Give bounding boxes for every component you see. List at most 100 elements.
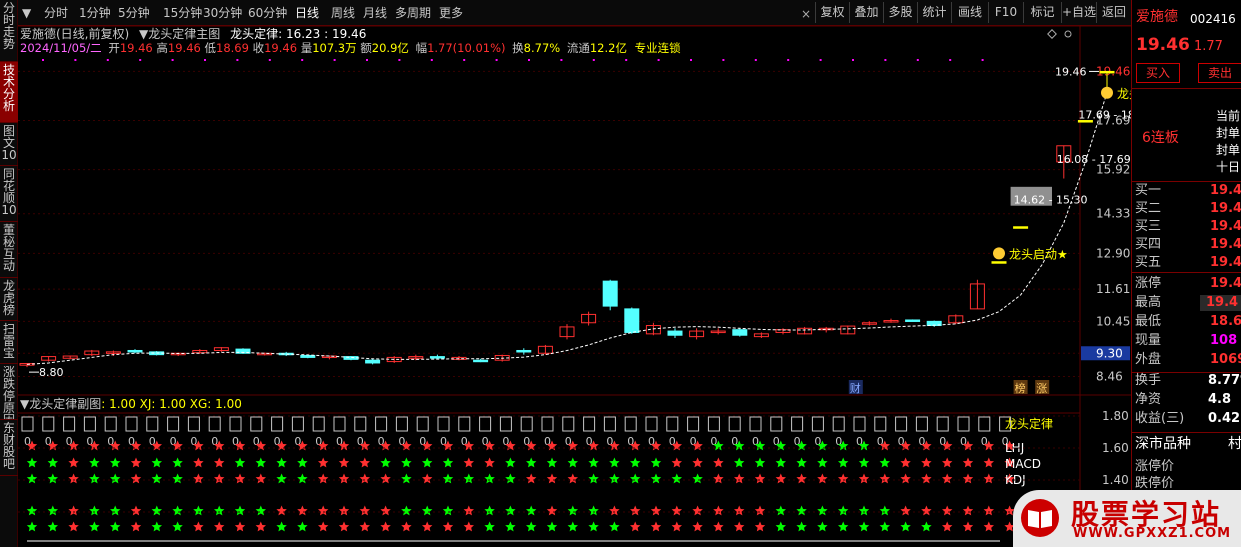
signal-star: [422, 521, 433, 532]
signal-star: [110, 457, 121, 468]
stock-chart-window: 分时走势 技术分析 图文10 同花顺10 董秘互动 龙虎榜 扫雷宝 涨跌停原因 东财股吧 ▼ 分…: [0, 0, 1241, 547]
signal-box: [271, 416, 284, 432]
signal-star: [68, 521, 79, 532]
signal-star: [172, 457, 183, 468]
signal-star: [609, 521, 620, 532]
signal-box: [187, 416, 200, 432]
candle-body: [905, 319, 921, 322]
signal-star: [463, 457, 474, 468]
signal-star: [588, 473, 599, 484]
top-marker-dot: [333, 59, 336, 61]
top-marker-dot: [495, 59, 498, 61]
signal-star: [754, 473, 766, 484]
signal-box: [978, 416, 991, 432]
signal-star: [879, 505, 890, 516]
signal-star: [401, 505, 412, 516]
candle-body: [473, 359, 489, 363]
bid-price-2: 19.4: [1210, 219, 1241, 234]
bid-label-4: 买五: [1135, 255, 1162, 270]
signal-star: [297, 473, 308, 484]
signal-star: [255, 521, 266, 532]
signal-star: [172, 521, 183, 532]
signal-box: [458, 416, 471, 432]
sell-button[interactable]: 卖出: [1198, 63, 1241, 83]
signal-star: [463, 505, 474, 516]
signal-star: [713, 521, 724, 532]
signal-star: [671, 457, 682, 468]
candle-body: [516, 349, 532, 353]
top-marker-dot: [592, 59, 595, 61]
top-marker-dot: [949, 59, 952, 61]
signal-star: [463, 521, 474, 532]
signal-star: [692, 521, 703, 532]
signal-star: [338, 505, 350, 516]
signal-star: [942, 521, 953, 532]
signal-star: [318, 521, 329, 532]
signal-star: [962, 505, 974, 516]
stat-value-1: 19.4: [1200, 295, 1241, 311]
signal-star: [484, 473, 495, 484]
stat2-label-1: 净资: [1135, 392, 1162, 407]
signal-star: [921, 473, 932, 484]
top-marker-dot: [916, 59, 919, 61]
bid-price-0: 19.4: [1210, 183, 1241, 198]
top-marker-dot: [819, 59, 822, 61]
signal-star: [817, 457, 828, 468]
top-marker-dot: [657, 59, 660, 61]
signal-star: [234, 457, 246, 468]
signal-box: [42, 416, 55, 432]
signal-star: [962, 473, 974, 484]
signal-star: [609, 457, 620, 468]
stat-label-2: 最低: [1135, 314, 1162, 329]
signal-star: [609, 505, 620, 516]
signal-star: [297, 505, 308, 516]
signal-box: [770, 416, 783, 432]
top-marker-dot: [204, 59, 206, 61]
stat-value-4: 10698: [1210, 352, 1241, 367]
signal-star: [318, 473, 329, 484]
signal-star: [359, 505, 370, 516]
panel-separator: [1132, 181, 1241, 182]
signal-star: [214, 521, 225, 532]
signal-box: [791, 416, 804, 432]
sub-signal-label: 龙头定律: [1005, 416, 1053, 431]
order-side-label-0: 当前: [1216, 109, 1241, 123]
top-marker-dot: [625, 59, 628, 61]
signal-star: [422, 473, 433, 484]
stat2-value-0: 8.77%: [1208, 373, 1241, 388]
signal-star: [47, 473, 58, 484]
signal-star: [193, 473, 204, 484]
signal-star: [567, 473, 578, 484]
signal-box: [21, 416, 34, 432]
candle-body: [991, 261, 1007, 264]
chart-canvas[interactable]: 19.4617.6915.9214.3312.9011.6110.459.308…: [0, 0, 1241, 547]
signal-box: [624, 416, 637, 432]
extra-label-0: 涨停价: [1135, 459, 1175, 474]
signal-star: [151, 521, 162, 532]
bid-price-1: 19.4: [1210, 201, 1241, 216]
panel-separator: [1132, 432, 1241, 433]
signal-star: [401, 457, 412, 468]
signal-box: [333, 416, 346, 432]
signal-star: [713, 505, 724, 516]
signal-star: [817, 521, 828, 532]
signal-star: [234, 505, 246, 516]
signal-star: [193, 521, 204, 532]
price-zone-label: 16.08 - 17.69: [1057, 153, 1131, 166]
signal-star: [630, 505, 641, 516]
bid-price-4: 19.4: [1210, 255, 1241, 270]
signal-star: [734, 457, 745, 468]
signal-star: [89, 505, 100, 516]
signal-star: [276, 521, 287, 532]
diamond-icon: [1047, 29, 1057, 39]
signal-star: [983, 505, 994, 516]
top-marker-dot: [884, 59, 887, 61]
buy-button[interactable]: 买入: [1136, 63, 1180, 83]
signal-star: [338, 473, 350, 484]
price-zone-label: 14.62 - 15.30: [1014, 194, 1088, 207]
signal-box: [687, 416, 700, 432]
signal-star: [858, 521, 870, 532]
limit-up-streak: 6连板: [1142, 130, 1179, 146]
order-side-label-1: 封单: [1216, 126, 1241, 140]
candle-body: [602, 280, 618, 307]
